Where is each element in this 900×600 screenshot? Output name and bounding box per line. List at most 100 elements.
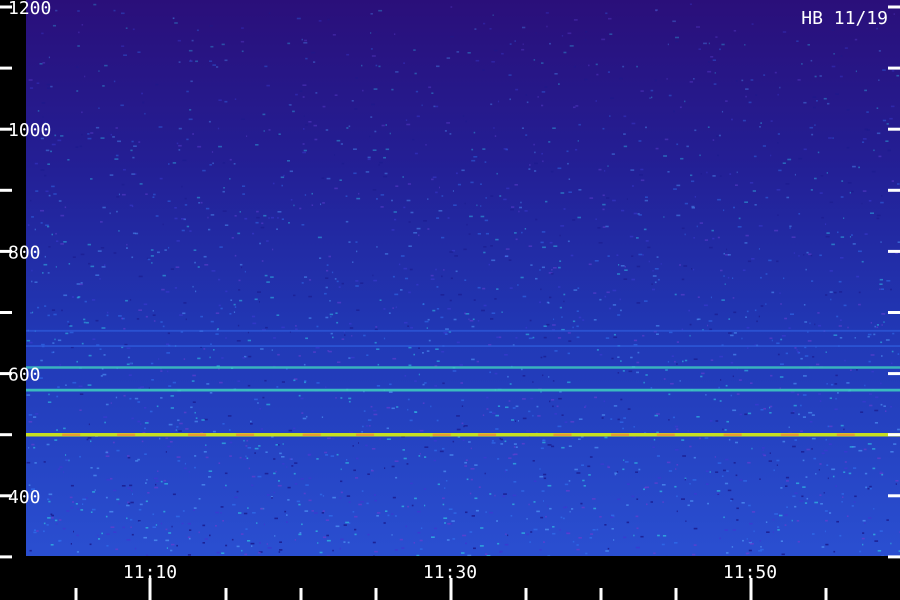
noise-speck (49, 496, 51, 499)
noise-speck (785, 476, 790, 479)
noise-speck (434, 449, 437, 452)
noise-speck (436, 217, 440, 219)
noise-speck (289, 170, 293, 173)
noise-speck (449, 299, 452, 302)
noise-speck (464, 465, 468, 467)
noise-speck (707, 324, 709, 327)
noise-speck (428, 86, 432, 89)
noise-speck (470, 478, 473, 481)
noise-speck (846, 382, 850, 384)
noise-speck (300, 397, 304, 400)
noise-speck (78, 31, 80, 34)
noise-speck (492, 14, 494, 16)
noise-speck (444, 130, 447, 132)
noise-speck (539, 301, 541, 304)
noise-speck (780, 303, 782, 305)
noise-speck (35, 190, 39, 192)
y-tick-label: 1200 (8, 0, 51, 19)
noise-speck (404, 321, 408, 324)
noise-speck (247, 540, 251, 542)
noise-speck (528, 245, 533, 247)
noise-speck (893, 443, 897, 445)
noise-speck (869, 487, 872, 490)
noise-speck (391, 199, 393, 202)
noise-speck (436, 286, 439, 288)
noise-speck (604, 436, 608, 439)
noise-speck (747, 412, 752, 415)
noise-speck (384, 467, 386, 469)
noise-speck (47, 163, 50, 165)
noise-speck (623, 278, 628, 280)
noise-speck (67, 159, 70, 161)
noise-speck (200, 315, 203, 318)
noise-speck (208, 120, 211, 123)
noise-speck (447, 308, 451, 310)
noise-speck (244, 553, 248, 556)
noise-speck (840, 196, 844, 198)
noise-speck (54, 439, 58, 441)
noise-speck (128, 502, 131, 505)
noise-speck (457, 183, 461, 186)
noise-speck (608, 307, 612, 310)
noise-speck (273, 458, 276, 460)
noise-speck (87, 384, 92, 386)
noise-speck (106, 545, 109, 547)
noise-speck (780, 338, 783, 341)
noise-speck (603, 400, 606, 403)
noise-speck (786, 506, 788, 508)
noise-speck (27, 224, 30, 226)
noise-speck (406, 199, 411, 202)
noise-speck (407, 183, 411, 185)
noise-speck (406, 463, 409, 465)
noise-speck (47, 87, 51, 89)
noise-speck (803, 375, 807, 377)
noise-speck (776, 464, 778, 466)
noise-speck (723, 469, 726, 472)
noise-speck (840, 236, 845, 238)
noise-speck (172, 17, 175, 20)
noise-speck (636, 65, 638, 68)
noise-speck (606, 197, 610, 199)
noise-speck (744, 369, 749, 372)
noise-speck (873, 508, 875, 510)
noise-speck (76, 551, 79, 553)
noise-speck (856, 275, 860, 278)
noise-speck (104, 421, 106, 424)
noise-speck (110, 477, 113, 480)
noise-speck (295, 93, 298, 96)
noise-speck (247, 339, 251, 342)
noise-speck (844, 467, 848, 470)
noise-speck (551, 445, 555, 448)
noise-speck (779, 514, 783, 517)
noise-speck (372, 189, 377, 191)
noise-speck (828, 443, 832, 445)
noise-speck (716, 492, 720, 495)
noise-speck (582, 479, 585, 482)
noise-speck (416, 115, 420, 118)
noise-speck (60, 135, 64, 137)
noise-speck (308, 295, 312, 298)
noise-speck (184, 204, 188, 206)
noise-speck (491, 442, 496, 444)
noise-speck (826, 464, 829, 466)
noise-speck (403, 267, 408, 270)
noise-speck (462, 439, 465, 441)
noise-speck (78, 385, 83, 388)
noise-speck (693, 78, 695, 80)
noise-speck (131, 417, 134, 420)
noise-speck (360, 282, 364, 284)
noise-speck (340, 397, 343, 399)
noise-speck (274, 517, 278, 520)
noise-speck (115, 548, 119, 551)
noise-speck (830, 298, 832, 301)
noise-speck (852, 243, 856, 245)
noise-speck (203, 451, 207, 453)
noise-speck (210, 214, 215, 216)
noise-speck (681, 278, 685, 281)
noise-speck (55, 232, 57, 235)
noise-speck (552, 127, 556, 129)
noise-speck (541, 490, 545, 492)
noise-speck (608, 17, 612, 20)
noise-speck (881, 473, 884, 476)
noise-speck (546, 25, 548, 28)
